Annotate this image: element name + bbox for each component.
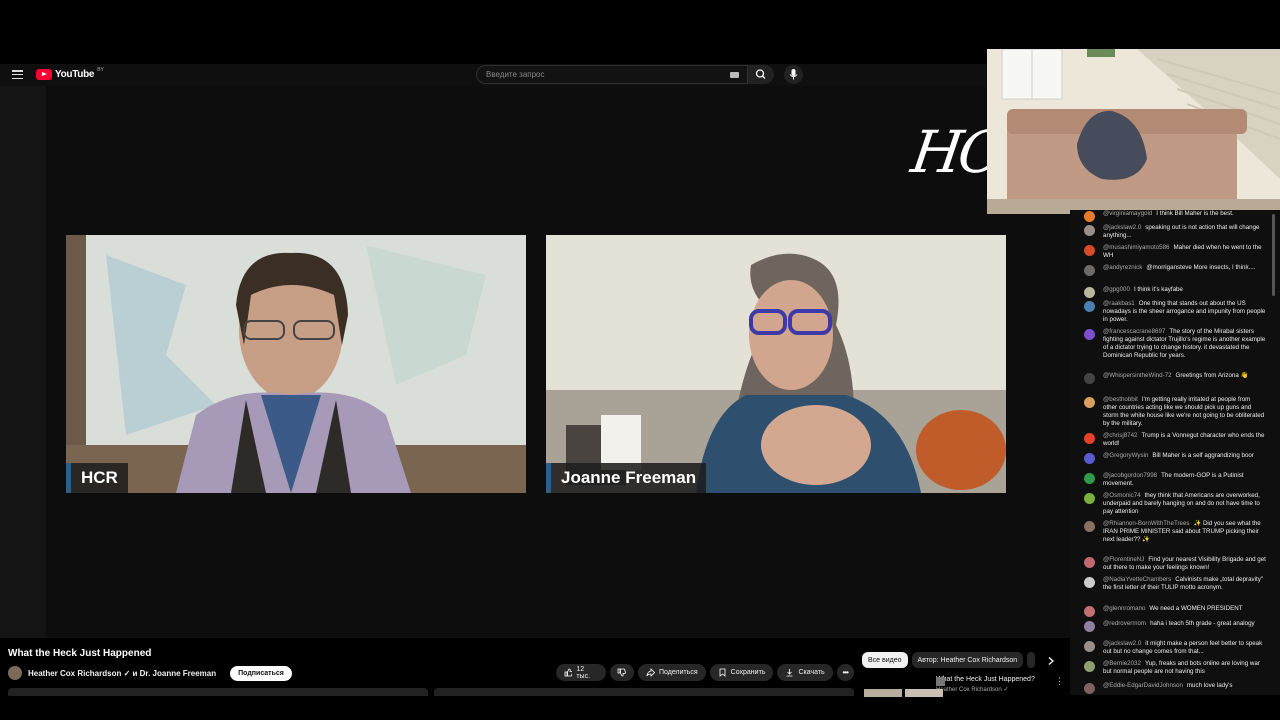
chat-message: @jackslaw2.0 speaking out is not action t…	[1084, 224, 1266, 240]
chat-message: @besthobbit I'm getting really irritated …	[1084, 396, 1266, 428]
avatar	[1084, 301, 1095, 312]
participant-name-tag: Joanne Freeman	[546, 463, 707, 493]
search-icon	[755, 69, 766, 79]
chat-message: @jacobgordon7998 The modern-GOP is a Puti…	[1084, 472, 1266, 488]
avatar	[1084, 287, 1095, 298]
menu-icon[interactable]	[12, 70, 23, 79]
avatar	[1084, 621, 1095, 632]
avatar	[1084, 606, 1095, 617]
share-button[interactable]: Поделиться	[638, 664, 706, 681]
chat-message: @jackslaw2.0 it might make a person feel …	[1084, 640, 1266, 656]
country-code: BY	[97, 66, 104, 73]
chat-message: @andyreznick @morrigansteve More insects,…	[1084, 264, 1266, 276]
live-chat[interactable]: @virginiamaygold I think Bill Maher is th…	[1070, 210, 1280, 695]
chat-message: @glennromano We need a WOMEN PRESIDENT	[1084, 605, 1266, 617]
download-icon	[786, 669, 793, 677]
recommended-thumbnail-2[interactable]	[905, 689, 943, 697]
video-actions: 12 тыс. Поделиться Сохранить Скачать •••	[556, 664, 854, 681]
avatar	[1084, 373, 1095, 384]
avatar	[1084, 211, 1095, 222]
channel-avatar[interactable]	[8, 666, 22, 680]
avatar	[1084, 473, 1095, 484]
more-actions-button[interactable]: •••	[836, 664, 854, 681]
keyboard-icon[interactable]	[730, 72, 739, 78]
participant-video-joanne-freeman	[546, 235, 1006, 493]
comments-placeholder	[434, 688, 854, 696]
share-icon	[646, 668, 655, 677]
related-filter-chips: Все видео Автор: Heather Cox Richardson	[862, 652, 1036, 668]
recommended-title[interactable]: What the Heck Just Happened?	[936, 676, 1066, 683]
recommended-channel: Heather Cox Richardson ✓	[936, 687, 1009, 693]
participant-tile-hcr: HCR	[66, 235, 526, 493]
chat-scrollbar[interactable]	[1272, 214, 1275, 296]
more-horizontal-icon: •••	[842, 668, 849, 677]
chat-message: @Bernie2032 Yup, freaks and bots online a…	[1084, 660, 1266, 676]
thumbs-up-icon	[564, 668, 573, 677]
download-button[interactable]: Скачать	[777, 664, 833, 681]
dislike-button[interactable]	[610, 664, 634, 681]
recommended-video[interactable]: What the Heck Just Happened? Heather Cox…	[936, 676, 1066, 693]
more-vertical-icon[interactable]: ⋮	[1055, 676, 1064, 687]
webcam-overlay	[987, 49, 1280, 214]
chat-message: @virginiamaygold I think Bill Maher is th…	[1084, 210, 1266, 222]
youtube-play-icon	[36, 69, 52, 80]
avatar	[1084, 397, 1095, 408]
chip-author[interactable]: Автор: Heather Cox Richardson	[911, 652, 1024, 668]
save-button[interactable]: Сохранить	[709, 664, 774, 681]
chat-message: @redrovermom haha i teach 5th grade - gre…	[1084, 620, 1266, 632]
participant-video-hcr	[66, 235, 526, 493]
channel-names[interactable]: Heather Cox Richardson ✓ и Dr. Joanne Fr…	[28, 669, 216, 678]
chat-message: @gpg000 I think it's kayfabe	[1084, 286, 1266, 298]
search-placeholder: Введите запрос	[486, 70, 545, 79]
player-side-area	[0, 86, 46, 638]
avatar	[1084, 577, 1095, 588]
video-title: What the Heck Just Happened	[8, 648, 152, 659]
chat-message: @Rhiannon-BornWithTheTrees ✨ Did you see …	[1084, 520, 1266, 544]
avatar	[1084, 433, 1095, 444]
avatar	[1084, 245, 1095, 256]
subscribe-button[interactable]: Подписаться	[230, 665, 292, 681]
chat-message: @musashimiyamoto586 Maher died when he we…	[1084, 244, 1266, 260]
chat-message: @raakbas1 One thing that stands out about…	[1084, 300, 1266, 324]
search-button[interactable]	[748, 65, 774, 84]
chat-message: @WhispersintheWind-72 Greetings from Ariz…	[1084, 372, 1266, 384]
microphone-icon	[789, 69, 798, 80]
chip-next-partial[interactable]	[1027, 652, 1036, 668]
chat-message: @NadiaYvetteChambers Calvinists make „tot…	[1084, 576, 1266, 592]
chat-message: @chrisj8742 Trump is a Vonnegut character…	[1084, 432, 1266, 448]
save-icon	[719, 668, 726, 677]
chat-message: @GregoryWysin Bill Maher is a self aggran…	[1084, 452, 1266, 464]
chevron-right-icon[interactable]	[1046, 656, 1056, 666]
participant-name-tag: HCR	[66, 463, 128, 493]
avatar	[1084, 641, 1095, 652]
like-button[interactable]: 12 тыс.	[556, 664, 606, 681]
avatar	[1084, 329, 1095, 340]
avatar	[1084, 493, 1095, 504]
chat-message: @francescacrane8697 The story of the Mira…	[1084, 328, 1266, 360]
recommended-thumbnail[interactable]	[864, 689, 902, 697]
avatar	[1084, 683, 1095, 694]
avatar	[1084, 453, 1095, 464]
avatar	[1084, 557, 1095, 568]
youtube-logo[interactable]: YouTube BY	[36, 66, 104, 80]
avatar	[1084, 265, 1095, 276]
channel-row: Heather Cox Richardson ✓ и Dr. Joanne Fr…	[8, 665, 292, 681]
avatar	[1084, 225, 1095, 236]
like-count: 12 тыс.	[576, 665, 591, 680]
room-camera-feed	[987, 49, 1280, 214]
logo-text: YouTube	[55, 69, 95, 80]
chat-message: @Eddie-EdgarDavidJohnson much love lady's	[1084, 682, 1266, 694]
comments-placeholder	[8, 688, 428, 696]
search-input[interactable]: Введите запрос	[476, 65, 748, 84]
thumbs-down-icon	[617, 668, 626, 677]
chat-message: @Osmonic74 they think that Americans are …	[1084, 492, 1266, 516]
checkbox-icon	[936, 677, 945, 686]
avatar	[1084, 661, 1095, 672]
avatar	[1084, 521, 1095, 532]
voice-search-button[interactable]	[784, 65, 803, 84]
participant-tile-joanne-freeman: Joanne Freeman	[546, 235, 1006, 493]
chip-all-videos[interactable]: Все видео	[862, 652, 908, 668]
chat-message: @FlorentineNJ Find your nearest Visibilit…	[1084, 556, 1266, 572]
